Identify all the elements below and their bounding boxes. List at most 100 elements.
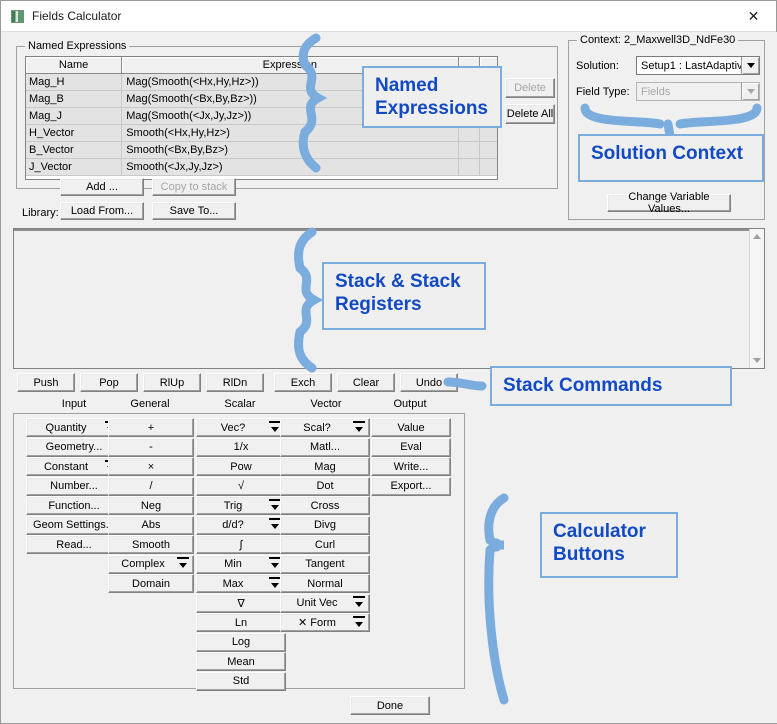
dropdown-arrow-icon[interactable] [355, 621, 363, 627]
delete-all-button[interactable]: Delete All [505, 104, 555, 124]
calc-button-label: Vec? [220, 421, 246, 434]
load-from-button-label: Load From... [70, 205, 134, 217]
calc-output-button-write[interactable]: Write... [371, 457, 451, 476]
stack-command-undo-button[interactable]: Undo [400, 373, 458, 392]
dropdown-arrow-icon[interactable] [179, 563, 187, 568]
calc-output-button-eval[interactable]: Eval [371, 437, 451, 457]
calc-scalar-button-std[interactable]: Std [196, 671, 286, 691]
calc-button-label: Matl... [310, 441, 340, 453]
field-type-select[interactable]: Fields [636, 82, 760, 101]
expression-value-cell: Smooth(<Bx,By,Bz>) [122, 142, 459, 158]
chevron-down-icon-2[interactable] [741, 83, 759, 100]
calc-vector-button-matl[interactable]: Matl... [280, 437, 370, 457]
callout-calculator-buttons: Calculator Buttons [540, 512, 678, 578]
dropdown-bar-icon [353, 596, 365, 598]
add-button-label: Add ... [86, 181, 118, 193]
done-button[interactable]: Done [350, 696, 430, 715]
calc-general-button-complex[interactable]: Complex [108, 554, 194, 574]
calc-vector-button-form[interactable]: ✕ Form [280, 613, 370, 632]
dropdown-arrow-icon[interactable] [271, 504, 279, 510]
calc-scalar-button-trig[interactable]: Trig [196, 496, 286, 515]
calc-vector-button-mag[interactable]: Mag [280, 457, 370, 476]
calc-general-button-[interactable]: / [108, 476, 194, 496]
dropdown-arrow-icon[interactable] [271, 563, 279, 568]
dropdown-arrow-icon[interactable] [271, 426, 279, 432]
calc-button-label: × [147, 460, 155, 473]
add-button[interactable]: Add ... [60, 178, 144, 196]
calc-scalar-button-[interactable]: ∇ [196, 593, 286, 613]
calc-button-label: Abs [141, 519, 161, 531]
expression-extra-cell-2 [480, 159, 497, 175]
calc-general-button-neg[interactable]: Neg [108, 496, 194, 515]
calc-button-label: √ [237, 480, 245, 492]
calc-output-button-export[interactable]: Export... [371, 476, 451, 496]
calc-general-button-abs[interactable]: Abs [108, 515, 194, 535]
calc-general-button-[interactable]: + [108, 418, 194, 437]
calc-vector-button-unit-vec[interactable]: Unit Vec [280, 593, 370, 613]
callout-line: Buttons [553, 544, 625, 565]
column-header-name[interactable]: Name [26, 57, 123, 74]
solution-select[interactable]: Setup1 : LastAdaptive [636, 56, 760, 75]
callout-solution-context: Solution Context [578, 134, 764, 182]
calc-vector-button-scal[interactable]: Scal? [280, 418, 370, 437]
change-variable-values-button[interactable]: Change Variable Values... [607, 191, 731, 215]
calc-button-label: Read... [56, 538, 92, 551]
calc-vector-button-cross[interactable]: Cross [280, 496, 370, 515]
stack-command-clear-button[interactable]: Clear [337, 373, 395, 392]
dropdown-bar-icon [177, 557, 189, 559]
calc-scalar-button-max[interactable]: Max [196, 574, 286, 593]
save-to-button[interactable]: Save To... [152, 202, 236, 220]
calc-vector-button-curl[interactable]: Curl [280, 535, 370, 554]
calc-general-button-domain[interactable]: Domain [108, 574, 194, 593]
calc-button-label: Mean [227, 655, 255, 668]
calc-vector-button-dot[interactable]: Dot [280, 476, 370, 496]
dropdown-bar-icon [353, 420, 365, 423]
scroll-down-icon[interactable] [750, 353, 764, 368]
named-expressions-group-label: Named Expressions [25, 40, 130, 52]
dropdown-arrow-icon[interactable] [271, 582, 279, 588]
calc-button-label: d/d? [222, 519, 244, 531]
calc-scalar-button-[interactable]: √ [196, 476, 286, 496]
stack-command-exch-button[interactable]: Exch [274, 373, 332, 392]
scroll-up-icon[interactable] [750, 229, 764, 244]
stack-command-pop-button[interactable]: Pop [80, 373, 138, 392]
stack-command-rlup-button[interactable]: RlUp [143, 373, 201, 392]
calc-vector-button-divg[interactable]: Divg [280, 515, 370, 535]
calc-vector-button-tangent[interactable]: Tangent [280, 554, 370, 574]
load-from-button[interactable]: Load From... [60, 202, 144, 220]
calc-button-label: Number... [50, 480, 98, 492]
calc-general-button-[interactable]: - [108, 437, 194, 457]
calc-scalar-button-1-x[interactable]: 1/x [196, 437, 286, 457]
close-icon[interactable]: ✕ [731, 1, 776, 31]
chevron-down-icon[interactable] [741, 57, 759, 74]
calc-vector-button-normal[interactable]: Normal [280, 574, 370, 593]
calc-scalar-button-pow[interactable]: Pow [196, 457, 286, 476]
calc-scalar-button-min[interactable]: Min [196, 554, 286, 574]
stack-command-push-button[interactable]: Push [17, 373, 75, 392]
calc-button-label: Curl [314, 538, 336, 551]
expression-name-cell: B_Vector [26, 142, 123, 158]
solution-select-value: Setup1 : LastAdaptive [641, 60, 749, 72]
delete-button[interactable]: Delete [505, 78, 555, 98]
calc-scalar-button-d-d[interactable]: d/d? [196, 515, 286, 535]
calc-scalar-button-mean[interactable]: Mean [196, 652, 286, 671]
dropdown-arrow-icon[interactable] [355, 426, 363, 432]
dropdown-arrow-icon[interactable] [271, 524, 279, 529]
save-to-button-label: Save To... [169, 205, 219, 217]
table-row[interactable]: B_Vector Smooth(<Bx,By,Bz>) [26, 142, 497, 159]
calc-output-button-value[interactable]: Value [371, 418, 451, 437]
calc-scalar-button-log[interactable]: Log [196, 632, 286, 652]
calc-scalar-button-ln[interactable]: Ln [196, 613, 286, 632]
column-caption-vector: Vector [310, 398, 342, 410]
stack-command-rldn-button[interactable]: RlDn [206, 373, 264, 392]
calc-scalar-button-vec[interactable]: Vec? [196, 418, 286, 437]
calc-general-button-smooth[interactable]: Smooth [108, 535, 194, 554]
dropdown-arrow-icon[interactable] [355, 602, 363, 607]
calc-button-label: ∫ [239, 538, 243, 551]
stack-scrollbar[interactable] [749, 229, 764, 368]
calc-general-button-[interactable]: × [108, 457, 194, 476]
copy-to-stack-button[interactable]: Copy to stack [152, 178, 236, 196]
table-row[interactable]: J_Vector Smooth(<Jx,Jy,Jz>) [26, 159, 497, 176]
calc-scalar-button-[interactable]: ∫ [196, 535, 286, 554]
library-label: Library: [22, 207, 59, 219]
